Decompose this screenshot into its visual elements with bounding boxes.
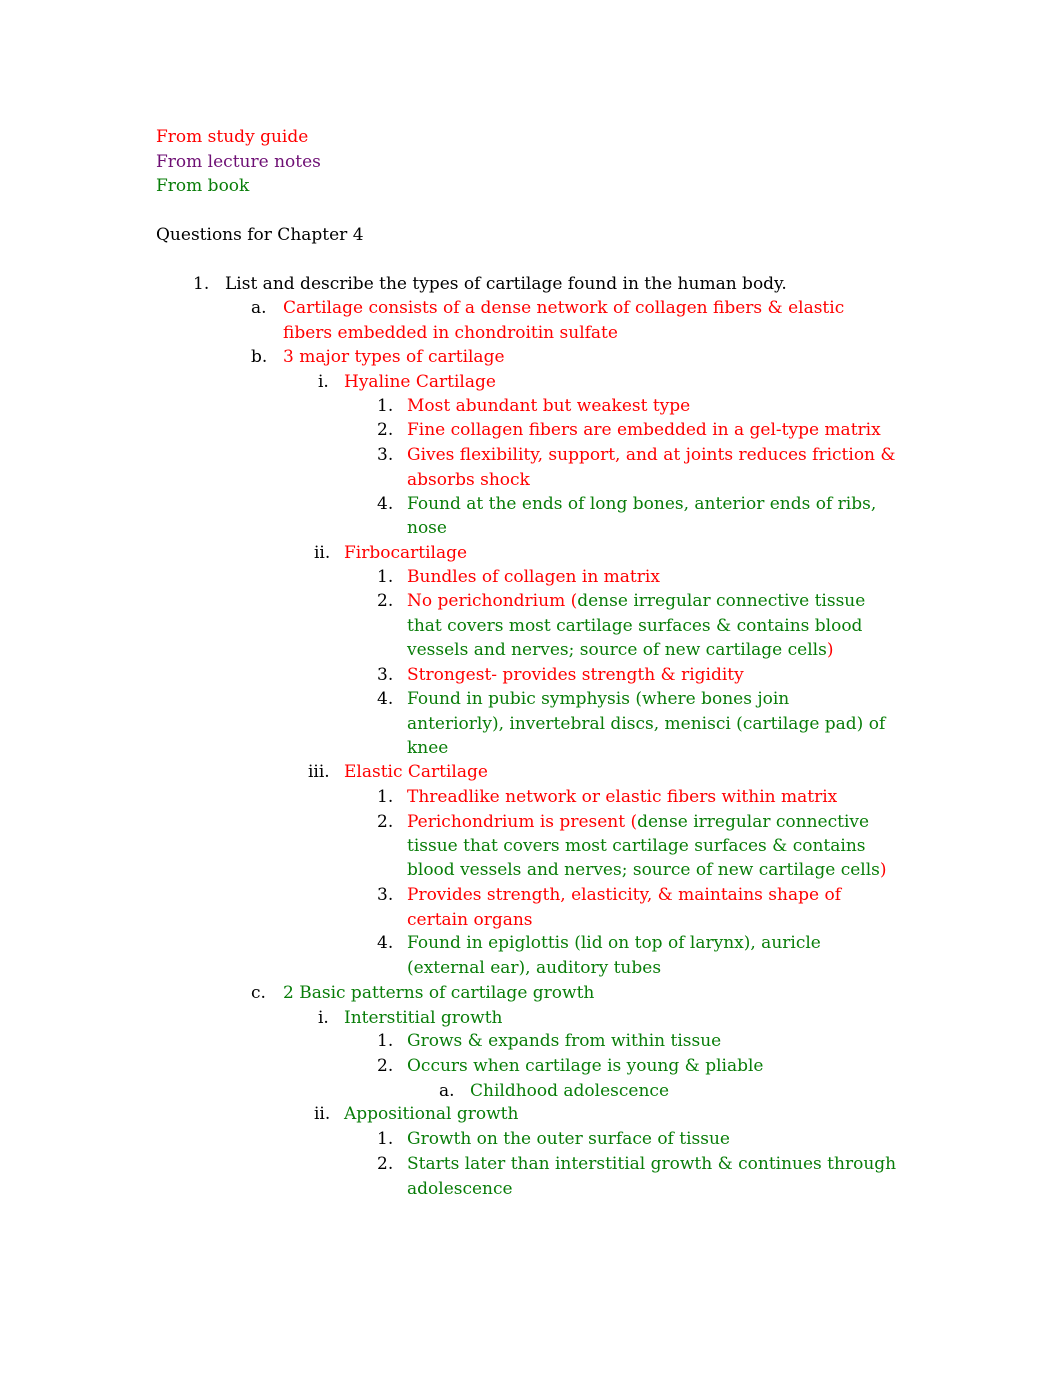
list-marker: i.: [318, 372, 329, 392]
list-item-text: knee: [407, 738, 449, 758]
study-guide-text: ): [826, 640, 834, 660]
list-marker: a.: [251, 298, 267, 318]
list-item-text: No perichondrium (dense irregular connec…: [407, 589, 865, 613]
list-marker: 4.: [377, 494, 394, 514]
list-item-text: absorbs shock: [407, 470, 530, 490]
list-item-text: certain organs: [407, 910, 533, 930]
list-marker: a.: [439, 1081, 455, 1101]
question-number: 1.: [193, 274, 210, 294]
subheading-fibrocartilage: Firbocartilage: [344, 543, 468, 563]
legend-lecture-notes: From lecture notes: [156, 152, 321, 172]
list-item-text: that covers most cartilage surfaces & co…: [407, 616, 863, 636]
list-marker: 1.: [377, 567, 394, 587]
list-marker: 1.: [377, 1031, 394, 1051]
list-item-text: Childhood adolescence: [470, 1081, 670, 1101]
list-item-text: vessels and nerves; source of new cartil…: [407, 638, 833, 662]
list-item-text: Perichondrium is present (dense irregula…: [407, 810, 869, 834]
legend-book: From book: [156, 176, 250, 196]
list-marker: 3.: [377, 885, 394, 905]
list-item-text: Cartilage consists of a dense network of…: [283, 298, 845, 318]
study-guide-text: ): [879, 860, 887, 880]
subheading-hyaline: Hyaline Cartilage: [344, 372, 496, 392]
book-text: dense irregular connective: [637, 812, 870, 832]
book-text: dense irregular connective tissue: [577, 591, 866, 611]
list-item-text: Found at the ends of long bones, anterio…: [407, 494, 877, 514]
list-marker: i.: [318, 1008, 329, 1028]
list-item-text: adolescence: [407, 1179, 513, 1199]
question-text: List and describe the types of cartilage…: [225, 274, 787, 294]
list-marker: 3.: [377, 445, 394, 465]
list-marker: 1.: [377, 787, 394, 807]
list-item-text: Found in epiglottis (lid on top of laryn…: [407, 933, 821, 953]
list-item-text: anteriorly), invertebral discs, menisci …: [407, 714, 886, 734]
list-marker: 2.: [377, 812, 394, 832]
subheading-elastic: Elastic Cartilage: [344, 762, 488, 782]
subheading-interstitial: Interstitial growth: [344, 1008, 503, 1028]
list-marker: 1.: [377, 1129, 394, 1149]
study-guide-text: Perichondrium is present (: [407, 812, 638, 832]
list-item-text: 3 major types of cartilage: [283, 347, 505, 367]
list-marker: 4.: [377, 933, 394, 953]
subheading-appositional: Appositional growth: [344, 1104, 519, 1124]
list-marker: 3.: [377, 665, 394, 685]
list-marker: iii.: [308, 762, 330, 782]
list-marker: 2.: [377, 420, 394, 440]
study-guide-text: No perichondrium (: [407, 591, 578, 611]
list-item-text: Growth on the outer surface of tissue: [407, 1129, 730, 1149]
list-marker: 1.: [377, 396, 394, 416]
list-item-text: tissue that covers most cartilage surfac…: [407, 836, 866, 856]
legend-study-guide: From study guide: [156, 127, 309, 147]
list-item-text: Found in pubic symphysis (where bones jo…: [407, 689, 790, 709]
list-item-text: Occurs when cartilage is young & pliable: [407, 1056, 764, 1076]
list-marker: c.: [251, 983, 266, 1003]
book-text: vessels and nerves; source of new cartil…: [407, 640, 827, 660]
list-marker: 2.: [377, 1154, 394, 1174]
list-item-text: Fine collagen fibers are embedded in a g…: [407, 420, 881, 440]
document-heading: Questions for Chapter 4: [156, 225, 364, 245]
list-marker: 2.: [377, 591, 394, 611]
list-item-text: blood vessels and nerves; source of new …: [407, 858, 887, 882]
list-item-text: nose: [407, 518, 447, 538]
book-text: blood vessels and nerves; source of new …: [407, 860, 880, 880]
list-item-text: Gives flexibility, support, and at joint…: [407, 445, 896, 465]
list-marker: b.: [251, 347, 268, 367]
list-item-text: fibers embedded in chondroitin sulfate: [283, 323, 618, 343]
list-item-text: Grows & expands from within tissue: [407, 1031, 722, 1051]
list-item-text: Starts later than interstitial growth & …: [407, 1154, 897, 1174]
list-item-text: 2 Basic patterns of cartilage growth: [283, 983, 595, 1003]
list-item-text: Bundles of collagen in matrix: [407, 567, 660, 587]
list-item-text: Threadlike network or elastic fibers wit…: [407, 787, 838, 807]
list-item-text: Strongest- provides strength & rigidity: [407, 665, 744, 685]
list-marker: 2.: [377, 1056, 394, 1076]
list-marker: ii.: [314, 543, 331, 563]
list-marker: ii.: [314, 1104, 331, 1124]
list-item-text: (external ear), auditory tubes: [407, 958, 662, 978]
list-marker: 4.: [377, 689, 394, 709]
list-item-text: Most abundant but weakest type: [407, 396, 691, 416]
list-item-text: Provides strength, elasticity, & maintai…: [407, 885, 841, 905]
